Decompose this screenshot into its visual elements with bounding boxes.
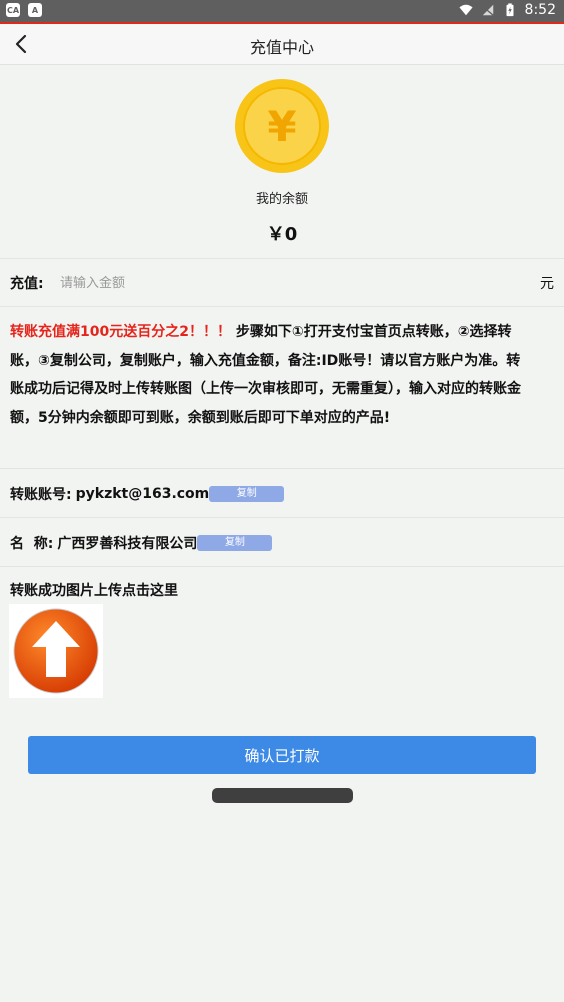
page-title: 充值中心 <box>249 38 314 57</box>
home-indicator[interactable] <box>212 788 353 803</box>
company-row: 名 称: 广西罗善科技有限公司 复制 <box>10 533 273 553</box>
company-label: 名 称: <box>10 536 54 552</box>
divider <box>0 468 564 469</box>
account-value: pykzkt@163.com <box>75 486 210 502</box>
status-time: 8:52 <box>524 2 556 18</box>
nav-header: 充值中心 <box>0 24 564 65</box>
recharge-label: 充值: <box>10 276 44 292</box>
text-notification-icon: A <box>28 3 42 17</box>
copy-company-button[interactable]: 复制 <box>197 535 273 551</box>
divider <box>0 258 564 259</box>
balance-value: ￥0 <box>266 224 298 245</box>
app-notification-icon: CA <box>6 3 20 17</box>
unit-label: 元 <box>540 276 554 292</box>
coin-icon: ¥ <box>235 79 329 173</box>
promo-highlight: 转账充值满100元送百分之2！！！ <box>10 324 231 340</box>
signal-icon <box>481 4 494 16</box>
upload-arrow-icon <box>13 608 99 694</box>
notice-text: 转账充值满100元送百分之2！！！ 步骤如下①打开支付宝首页点转账，②选择转账，… <box>10 318 530 432</box>
wifi-icon <box>458 4 473 16</box>
confirm-payment-button[interactable]: 确认已打款 <box>28 736 536 774</box>
copy-account-button[interactable]: 复制 <box>209 486 285 502</box>
upload-button[interactable] <box>9 604 103 698</box>
account-label: 转账账号: <box>10 487 72 503</box>
yuan-symbol: ¥ <box>243 87 321 165</box>
divider <box>0 517 564 518</box>
battery-icon <box>506 3 514 17</box>
account-row: 转账账号: pykzkt@163.com 复制 <box>10 484 285 504</box>
company-value: 广西罗善科技有限公司 <box>57 536 198 552</box>
amount-input[interactable] <box>58 268 522 298</box>
status-bar: CA A 8:52 <box>0 0 564 24</box>
balance-label: 我的余额 <box>255 192 308 207</box>
divider <box>0 306 564 307</box>
upload-title: 转账成功图片上传点击这里 <box>10 583 178 599</box>
divider <box>0 566 564 567</box>
